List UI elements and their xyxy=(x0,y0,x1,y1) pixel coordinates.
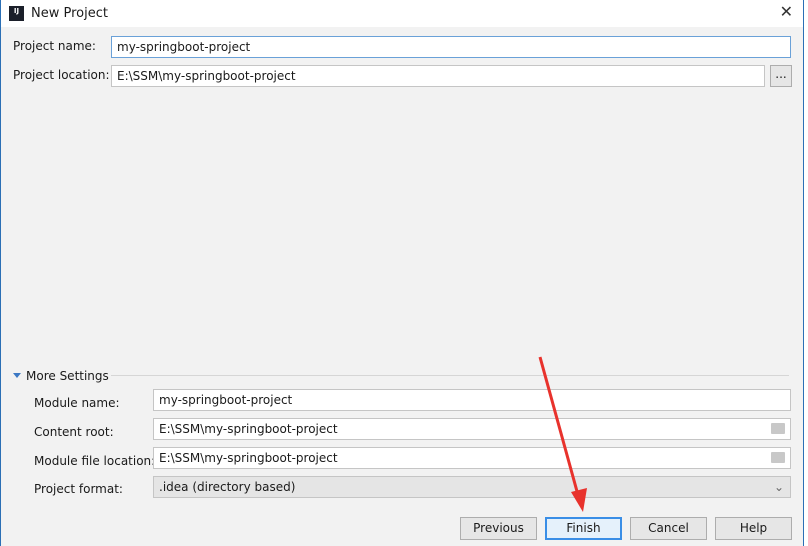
red-arrow-icon xyxy=(538,356,587,512)
